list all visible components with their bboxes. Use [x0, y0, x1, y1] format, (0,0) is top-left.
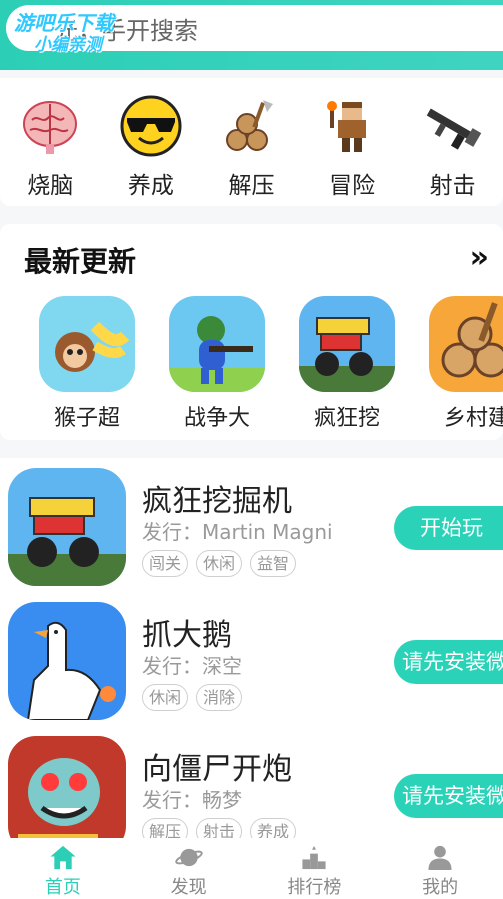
excavator-truck-icon — [8, 468, 126, 586]
game-publisher: 发行：Martin Magni — [142, 520, 333, 544]
nav-ranking[interactable]: 排行榜 — [252, 838, 378, 899]
install-wechat-button[interactable]: 请先安装微 — [394, 774, 503, 818]
tag: 解压 — [142, 818, 189, 838]
latest-game-name: 疯狂挖 — [313, 406, 380, 431]
latest-game-name: 猴子超 — [53, 406, 120, 431]
watermark-line-2: 小编亲测 — [34, 35, 102, 55]
tag: 益智 — [250, 550, 297, 577]
category-relax[interactable]: 解压 — [201, 78, 302, 206]
tag-row: 解压 射击 养成 — [142, 818, 297, 838]
user-icon — [428, 845, 452, 871]
latest-games-row: 猴子超 战争大 疯狂挖 乡村建 — [22, 296, 503, 432]
section-title: 最新更新 — [24, 245, 137, 278]
latest-game[interactable]: 疯狂挖 — [282, 296, 412, 432]
nav-label: 我的 — [422, 877, 459, 898]
nav-label: 首页 — [44, 877, 81, 898]
podium-icon — [302, 845, 326, 870]
tag: 消除 — [196, 684, 243, 711]
tag-row: 休闲 消除 — [142, 684, 243, 711]
tag-row: 闯关 休闲 益智 — [142, 550, 297, 577]
nav-label: 发现 — [170, 877, 207, 898]
bottom-nav: 首页 发现 排行榜 我的 — [0, 838, 503, 899]
category-label: 射击 — [429, 173, 476, 199]
game-title: 向僵尸开炮 — [142, 752, 292, 787]
sunglasses-face-icon — [119, 94, 183, 158]
nav-label: 排行榜 — [287, 877, 342, 898]
zombie-icon — [8, 736, 126, 838]
nav-discover[interactable]: 发现 — [126, 838, 252, 899]
home-icon — [50, 845, 76, 870]
game-publisher: 发行：畅梦 — [142, 788, 242, 812]
category-label: 冒险 — [329, 173, 376, 199]
latest-section: 最新更新 » 猴子超 战争大 疯狂挖 乡村建 — [0, 224, 503, 440]
tag: 休闲 — [142, 684, 189, 711]
watermark: 游吧乐下载 小编亲测 — [14, 12, 114, 56]
latest-game[interactable]: 猴子超 — [22, 296, 152, 432]
latest-game[interactable]: 乡村建 — [412, 296, 503, 432]
category-bar: 烧脑 养成 解压 冒险 射击 — [0, 78, 503, 206]
latest-game-name: 乡村建 — [443, 406, 503, 431]
nav-profile[interactable]: 我的 — [377, 838, 503, 899]
tag: 射击 — [196, 818, 243, 838]
game-title: 疯狂挖掘机 — [142, 484, 292, 519]
logs-axe-icon — [219, 94, 283, 158]
latest-game[interactable]: 战争大 — [152, 296, 282, 432]
list-item[interactable]: 抓大鹅 发行：深空 休闲 消除 请先安装微 — [0, 592, 503, 722]
brain-icon — [18, 94, 82, 158]
adventurer-icon — [320, 94, 384, 158]
monkey-icon — [39, 296, 135, 392]
watermark-line-1: 游吧乐下载 — [14, 11, 114, 35]
category-raise[interactable]: 养成 — [101, 78, 202, 206]
more-icon[interactable]: » — [470, 240, 489, 275]
game-publisher: 发行：深空 — [142, 654, 242, 678]
play-button[interactable]: 开始玩 — [394, 506, 503, 550]
game-title: 抓大鹅 — [142, 618, 232, 653]
planet-icon — [174, 848, 203, 867]
list-item[interactable]: 向僵尸开炮 发行：畅梦 解压 射击 养成 请先安装微 — [0, 726, 503, 838]
latest-game-name: 战争大 — [183, 406, 250, 431]
soldier-icon — [169, 296, 265, 392]
tag: 闯关 — [142, 550, 189, 577]
category-label: 烧脑 — [27, 173, 74, 199]
category-label: 解压 — [228, 173, 275, 199]
rifle-icon — [421, 94, 485, 158]
logs-icon — [429, 296, 503, 392]
tag: 休闲 — [196, 550, 243, 577]
install-wechat-button[interactable]: 请先安装微 — [394, 640, 503, 684]
category-shooting[interactable]: 射击 — [402, 78, 503, 206]
nav-home[interactable]: 首页 — [0, 838, 126, 899]
tag: 养成 — [250, 818, 297, 838]
header-bar: ˇ光，手开搜索 游吧乐下载 小编亲测 — [0, 0, 503, 70]
category-adventure[interactable]: 冒险 — [302, 78, 403, 206]
game-list: 疯狂挖掘机 发行：Martin Magni 闯关 休闲 益智 开始玩 抓大鹅 发… — [0, 458, 503, 838]
category-brain[interactable]: 烧脑 — [0, 78, 101, 206]
truck-icon — [299, 296, 395, 392]
category-label: 养成 — [127, 173, 174, 199]
list-item[interactable]: 疯狂挖掘机 发行：Martin Magni 闯关 休闲 益智 开始玩 — [0, 458, 503, 588]
goose-icon — [8, 602, 126, 720]
